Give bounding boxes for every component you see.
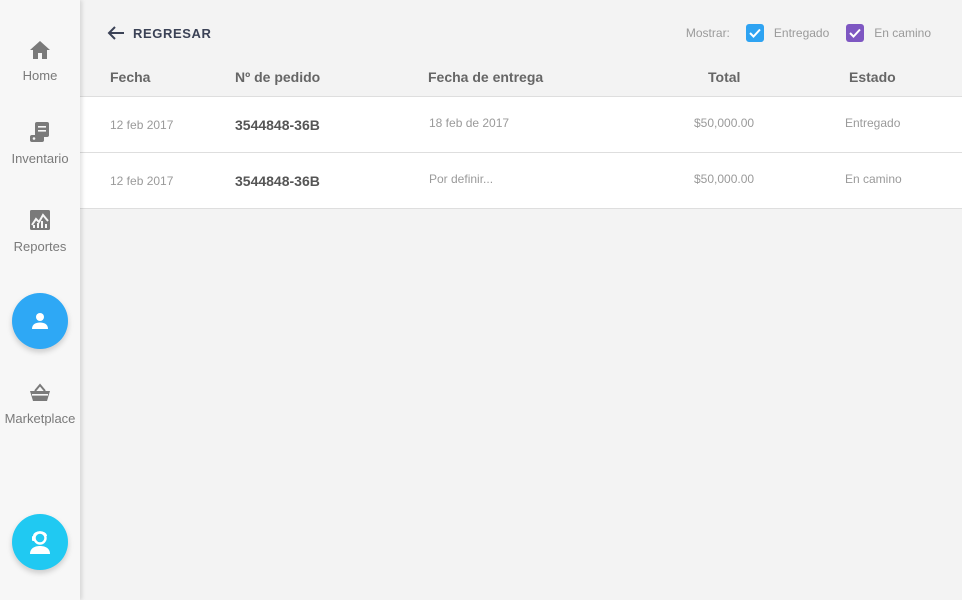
en-camino-checkbox[interactable] bbox=[846, 24, 865, 42]
profile-button[interactable] bbox=[12, 293, 68, 349]
cell-fecha: 12 feb 2017 bbox=[110, 174, 174, 188]
cell-fecha-entrega: Por definir... bbox=[429, 172, 494, 186]
column-header-fecha-entrega[interactable]: Fecha de entrega bbox=[428, 69, 543, 85]
sidebar-item-label: Marketplace bbox=[4, 411, 76, 426]
cell-total: $50,000.00 bbox=[694, 172, 755, 186]
sidebar-item-reportes[interactable]: Reportes bbox=[0, 209, 80, 254]
status-filter: Mostrar: Entregado En camino bbox=[686, 22, 931, 44]
sidebar-item-label: Home bbox=[22, 68, 58, 83]
basket-icon bbox=[30, 383, 50, 401]
sidebar-item-marketplace[interactable]: Marketplace bbox=[0, 383, 80, 426]
cell-pedido: 3544848-36B bbox=[235, 117, 320, 133]
table-row[interactable]: 12 feb 2017 3544848-36B 18 feb de 2017 $… bbox=[80, 97, 962, 153]
cell-pedido: 3544848-36B bbox=[235, 173, 320, 189]
filter-label: Mostrar: bbox=[685, 26, 730, 40]
column-header-estado[interactable]: Estado bbox=[849, 69, 896, 85]
support-button[interactable] bbox=[12, 514, 68, 570]
main-content: REGRESAR Mostrar: Entregado En camino Fe… bbox=[80, 0, 962, 600]
arrow-back-icon bbox=[107, 26, 124, 40]
cell-fecha-entrega: 18 feb de 2017 bbox=[429, 116, 510, 130]
back-label: REGRESAR bbox=[133, 25, 212, 41]
cell-estado: Entregado bbox=[845, 116, 901, 130]
entregado-checkbox-label[interactable]: Entregado bbox=[774, 26, 829, 40]
sidebar-item-label: Inventario bbox=[11, 151, 69, 166]
cell-fecha: 12 feb 2017 bbox=[110, 118, 174, 132]
reports-icon bbox=[30, 210, 50, 230]
table-header: Fecha Nº de pedido Fecha de entrega Tota… bbox=[80, 58, 962, 96]
back-button[interactable]: REGRESAR bbox=[107, 22, 211, 44]
column-header-fecha[interactable]: Fecha bbox=[110, 69, 150, 85]
cell-total: $50,000.00 bbox=[694, 116, 755, 130]
orders-table: 12 feb 2017 3544848-36B 18 feb de 2017 $… bbox=[80, 96, 962, 209]
inventory-icon bbox=[30, 122, 49, 142]
check-icon bbox=[849, 28, 862, 38]
home-icon bbox=[30, 41, 50, 59]
column-header-total[interactable]: Total bbox=[708, 69, 740, 85]
sidebar-item-inventario[interactable]: Inventario bbox=[0, 121, 80, 166]
en-camino-checkbox-label[interactable]: En camino bbox=[874, 26, 931, 40]
column-header-pedido[interactable]: Nº de pedido bbox=[235, 69, 320, 85]
person-icon bbox=[32, 313, 48, 329]
sidebar-item-label: Reportes bbox=[13, 239, 67, 254]
sidebar-item-home[interactable]: Home bbox=[0, 40, 80, 83]
entregado-checkbox[interactable] bbox=[745, 24, 764, 42]
sidebar: Home Inventario Reportes Marketplace bbox=[0, 0, 80, 600]
check-icon bbox=[749, 28, 761, 38]
table-row[interactable]: 12 feb 2017 3544848-36B Por definir... $… bbox=[80, 153, 962, 209]
cell-estado: En camino bbox=[845, 172, 902, 186]
support-agent-icon bbox=[30, 531, 50, 554]
